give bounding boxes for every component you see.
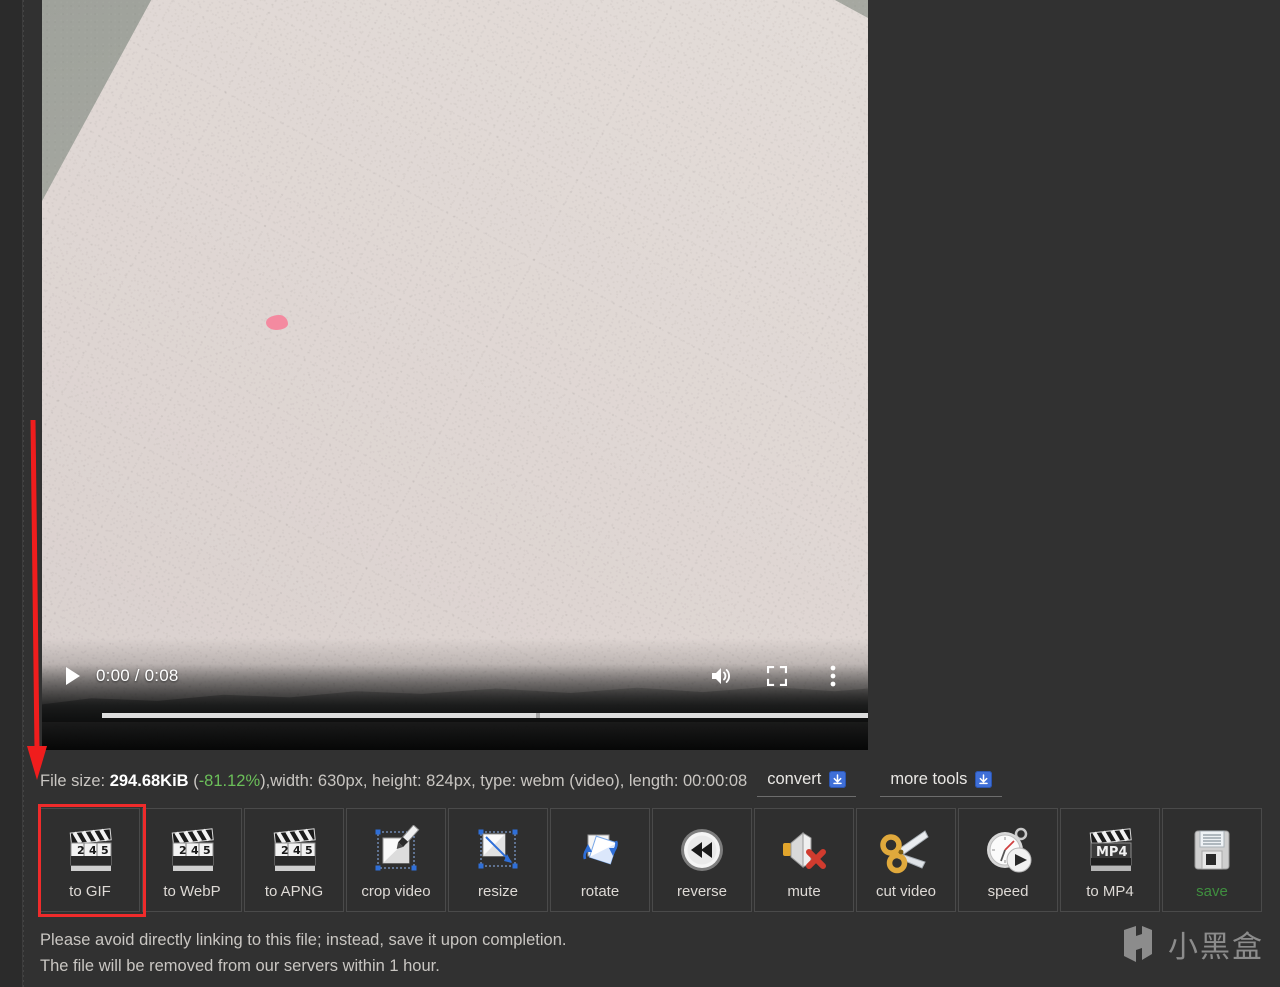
tool-label: save bbox=[1196, 883, 1228, 900]
tool-button-to-webp[interactable]: 2 4 5 to WebP bbox=[142, 808, 242, 912]
resize-icon bbox=[469, 821, 527, 879]
download-icon bbox=[975, 771, 993, 788]
file-info-line: File size: 294.68KiB ( -81.12% ), width:… bbox=[40, 765, 1003, 797]
mp4-clapper-icon: MP4 bbox=[1081, 821, 1139, 879]
fullscreen-icon bbox=[767, 666, 787, 686]
svg-text:4: 4 bbox=[89, 844, 97, 857]
svg-text:2: 2 bbox=[77, 844, 85, 857]
file-meta-rest: width: 630px, height: 824px, type: webm … bbox=[270, 771, 748, 790]
volume-button[interactable] bbox=[704, 661, 738, 691]
tool-label: speed bbox=[987, 883, 1029, 900]
watermark: 小黑盒 bbox=[1118, 922, 1264, 966]
more-options-button[interactable] bbox=[816, 661, 850, 691]
annotation-arrow bbox=[27, 420, 47, 780]
tool-label: crop video bbox=[361, 883, 431, 900]
svg-text:4: 4 bbox=[191, 844, 199, 857]
time-display: 0:00 / 0:08 bbox=[96, 666, 179, 685]
tool-button-save[interactable]: save bbox=[1162, 808, 1262, 912]
tools-toolbar: 2 4 5 to GIF 2 4 5 to WebP 2 4 5 to APNG… bbox=[40, 808, 1262, 912]
svg-text:MP4: MP4 bbox=[1096, 845, 1128, 860]
clapperboard-icon: 2 4 5 bbox=[61, 821, 119, 879]
more-tools-button[interactable]: more tools bbox=[880, 765, 1003, 797]
stopwatch-play-icon bbox=[979, 821, 1037, 879]
progress-track bbox=[102, 713, 868, 718]
file-size-value: 294.68KiB bbox=[109, 771, 189, 790]
tool-button-to-mp4[interactable]: MP4 to MP4 bbox=[1060, 808, 1160, 912]
svg-text:5: 5 bbox=[203, 844, 211, 857]
svg-text:5: 5 bbox=[305, 844, 313, 857]
page-root: 0:00 / 0:08 File size: 294.68KiB (-81.1… bbox=[0, 0, 1280, 987]
clapperboard-icon: 2 4 5 bbox=[265, 821, 323, 879]
illustration-wall bbox=[42, 0, 868, 750]
download-icon bbox=[829, 771, 847, 788]
tool-button-resize[interactable]: resize bbox=[448, 808, 548, 912]
kebab-menu-icon bbox=[830, 665, 836, 687]
progress-bar[interactable] bbox=[102, 713, 868, 718]
video-player[interactable]: 0:00 / 0:08 bbox=[42, 0, 868, 750]
tool-button-mute[interactable]: mute bbox=[754, 808, 854, 912]
note-line-2: The file will be removed from our server… bbox=[40, 957, 440, 975]
tool-button-crop-video[interactable]: crop video bbox=[346, 808, 446, 912]
convert-label: convert bbox=[767, 770, 822, 788]
tool-label: to WebP bbox=[163, 883, 221, 900]
tool-button-reverse[interactable]: reverse bbox=[652, 808, 752, 912]
svg-text:2: 2 bbox=[179, 844, 187, 857]
tool-button-rotate[interactable]: rotate bbox=[550, 808, 650, 912]
percent-close-paren: ), bbox=[260, 771, 271, 790]
tool-button-to-gif[interactable]: 2 4 5 to GIF bbox=[40, 808, 140, 912]
rewind-icon bbox=[673, 821, 731, 879]
fullscreen-button[interactable] bbox=[760, 661, 794, 691]
more-tools-label: more tools bbox=[890, 770, 968, 788]
svg-text:2: 2 bbox=[281, 844, 289, 857]
svg-text:5: 5 bbox=[101, 844, 109, 857]
play-button[interactable] bbox=[60, 663, 86, 689]
mute-speaker-icon bbox=[775, 821, 833, 879]
file-size-delta-percent: -81.12% bbox=[198, 771, 261, 790]
tool-label: reverse bbox=[676, 883, 728, 900]
svg-text:4: 4 bbox=[293, 844, 301, 857]
tool-label: resize bbox=[477, 883, 518, 900]
tool-button-speed[interactable]: speed bbox=[958, 808, 1058, 912]
tool-label: to MP4 bbox=[1086, 883, 1134, 900]
video-frame-illustration bbox=[42, 0, 868, 750]
note-line-1: Please avoid directly linking to this fi… bbox=[40, 931, 567, 949]
tool-label: cut video bbox=[875, 883, 937, 900]
floppy-disk-icon bbox=[1183, 821, 1241, 879]
volume-icon bbox=[712, 668, 731, 684]
watermark-text: 小黑盒 bbox=[1168, 930, 1264, 965]
file-size-label: File size: bbox=[40, 771, 106, 790]
tool-button-cut-video[interactable]: cut video bbox=[856, 808, 956, 912]
tool-button-to-apng[interactable]: 2 4 5 to APNG bbox=[244, 808, 344, 912]
footer-notes: Please avoid directly linking to this fi… bbox=[40, 927, 566, 979]
tool-label: to APNG bbox=[264, 883, 324, 900]
player-controls: 0:00 / 0:08 bbox=[42, 656, 868, 696]
convert-button[interactable]: convert bbox=[757, 765, 857, 797]
tool-label: to GIF bbox=[69, 883, 111, 900]
tool-label: rotate bbox=[580, 883, 620, 900]
scissors-icon bbox=[877, 821, 935, 879]
crop-icon bbox=[367, 821, 425, 879]
rotate-icon bbox=[571, 821, 629, 879]
clapperboard-icon: 2 4 5 bbox=[163, 821, 221, 879]
tool-label: mute bbox=[787, 883, 821, 900]
play-icon bbox=[66, 667, 80, 685]
heybox-logo-icon bbox=[1124, 926, 1152, 962]
